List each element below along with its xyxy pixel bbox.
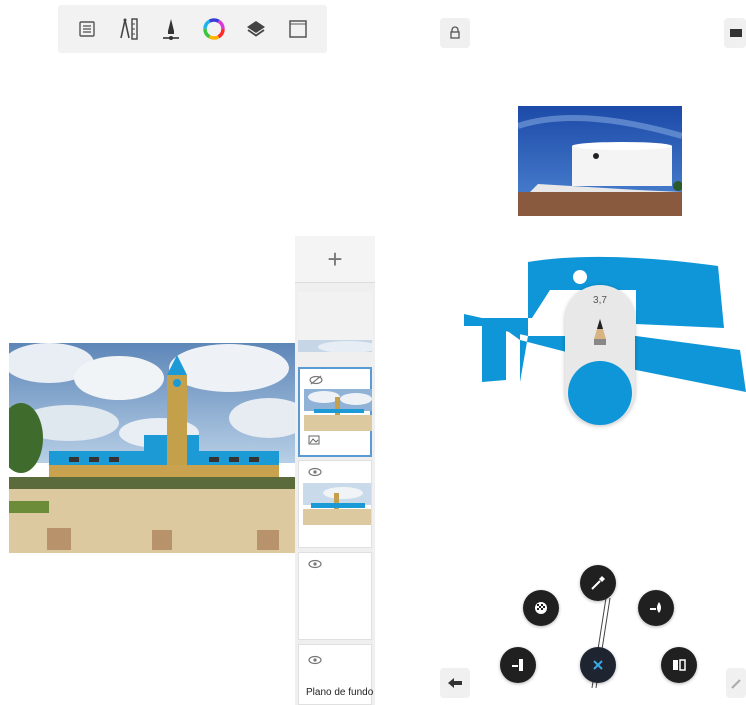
next-icon	[731, 679, 741, 689]
color-swatch[interactable]	[568, 361, 632, 425]
blue-traced-shape[interactable]	[380, 240, 746, 440]
eye-hidden-icon[interactable]	[309, 375, 323, 385]
pencil-tip-icon	[594, 319, 606, 345]
layers-icon[interactable]	[243, 16, 269, 42]
layer-item[interactable]	[298, 460, 372, 548]
layers-panel: + Plano de fundo	[295, 236, 378, 705]
marker-button[interactable]	[500, 647, 536, 683]
canvas-frame-icon[interactable]	[285, 16, 311, 42]
layer-mask-icon	[308, 435, 320, 445]
eyedropper-button[interactable]	[580, 565, 616, 601]
fullscreen-icon	[730, 29, 742, 37]
eye-icon[interactable]	[308, 655, 322, 665]
next-button[interactable]	[726, 668, 746, 698]
reference-photo[interactable]	[518, 106, 682, 216]
list-menu-icon[interactable]	[74, 16, 100, 42]
fill-pattern-icon	[535, 602, 547, 614]
eye-icon[interactable]	[308, 467, 322, 477]
back-button[interactable]	[440, 668, 470, 698]
drop-fill-button[interactable]	[638, 590, 674, 626]
back-arrow-icon	[448, 678, 462, 688]
background-layer-label: Plano de fundo	[306, 687, 374, 698]
layer-thumbnail	[304, 389, 372, 431]
brush-size-value: 3,7	[593, 295, 607, 306]
color-wheel-icon[interactable]	[201, 16, 227, 42]
layer-thumbnail	[303, 483, 371, 525]
mirror-icon	[673, 659, 686, 671]
add-layer-button[interactable]: +	[295, 236, 375, 283]
eye-icon[interactable]	[308, 559, 322, 569]
drawing-app-right-pane: 3,7	[380, 0, 746, 705]
brush-size-widget[interactable]: 3,7	[565, 285, 635, 425]
top-toolbar	[58, 5, 327, 53]
canvas-photo[interactable]	[9, 343, 299, 553]
drawing-app-left-pane: + Plano de fundo	[0, 0, 380, 705]
lock-icon	[450, 26, 460, 39]
close-icon	[593, 660, 603, 670]
brush-icon[interactable]	[158, 16, 184, 42]
mirror-button[interactable]	[661, 647, 697, 683]
fullscreen-button[interactable]	[724, 18, 746, 48]
layer-item-empty[interactable]	[298, 552, 372, 640]
close-radial-button[interactable]	[580, 647, 616, 683]
ruler-compass-icon[interactable]	[116, 16, 142, 42]
lock-button[interactable]	[440, 18, 470, 48]
drop-fill-icon	[650, 602, 661, 613]
layer-item-background[interactable]: Plano de fundo	[298, 644, 374, 705]
fill-pattern-button[interactable]	[523, 590, 559, 626]
layer-item-selected[interactable]	[298, 367, 372, 457]
marker-icon	[512, 659, 523, 671]
eyedropper-icon	[591, 576, 605, 590]
layer-strip-partial	[298, 292, 378, 353]
